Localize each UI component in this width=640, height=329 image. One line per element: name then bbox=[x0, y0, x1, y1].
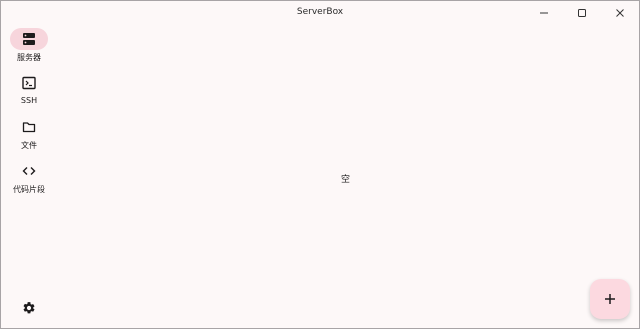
plus-icon bbox=[605, 294, 615, 304]
gear-icon bbox=[23, 302, 35, 314]
nav-label-snippets: 代码片段 bbox=[13, 185, 45, 194]
nav-active-indicator bbox=[10, 28, 48, 50]
close-icon bbox=[616, 9, 624, 17]
nav-label-ssh: SSH bbox=[20, 96, 38, 105]
minimize-icon bbox=[540, 12, 548, 14]
nav-icon-container bbox=[10, 160, 48, 182]
nav-item-servers[interactable]: 服务器 bbox=[1, 28, 57, 63]
window-controls bbox=[525, 1, 639, 25]
app-window: ServerBox 服务器 SSH 文件 代码片段 空 bbox=[0, 0, 640, 329]
close-button[interactable] bbox=[601, 1, 639, 25]
maximize-icon bbox=[578, 9, 586, 17]
nav-item-snippets[interactable]: 代码片段 bbox=[1, 160, 57, 195]
server-icon bbox=[23, 33, 35, 45]
terminal-icon bbox=[22, 76, 36, 90]
minimize-button[interactable] bbox=[525, 1, 563, 25]
folder-icon bbox=[22, 122, 36, 133]
nav-item-files[interactable]: 文件 bbox=[1, 116, 57, 151]
settings-button[interactable] bbox=[19, 298, 39, 318]
nav-icon-container bbox=[10, 72, 48, 94]
navigation-rail: 服务器 SSH 文件 代码片段 bbox=[1, 25, 57, 328]
nav-label-files: 文件 bbox=[21, 141, 37, 150]
add-server-button[interactable] bbox=[590, 279, 630, 319]
code-icon bbox=[22, 167, 36, 175]
empty-state-text: 空 bbox=[341, 175, 351, 185]
nav-item-ssh[interactable]: SSH bbox=[1, 72, 57, 105]
title-bar: ServerBox bbox=[1, 1, 639, 25]
nav-icon-container bbox=[10, 116, 48, 138]
maximize-button[interactable] bbox=[563, 1, 601, 25]
nav-label-servers: 服务器 bbox=[17, 53, 41, 62]
